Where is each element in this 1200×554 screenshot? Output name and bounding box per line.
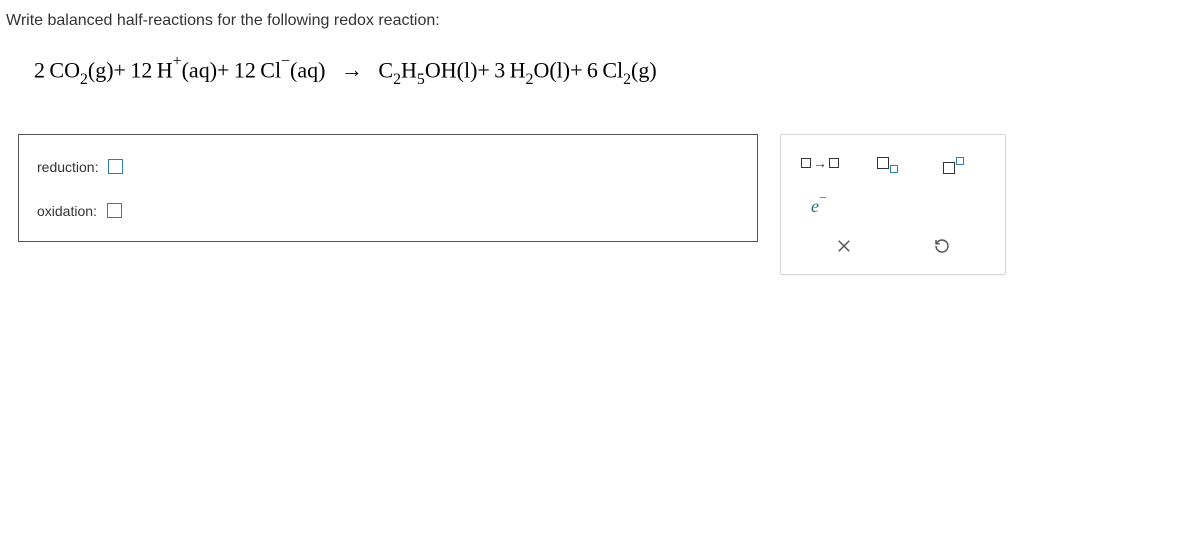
subscript-button[interactable] <box>869 149 905 177</box>
rhs-term3-cl: Cl <box>602 57 623 82</box>
rhs-term1-state: (l) <box>457 57 478 82</box>
palette-row-1: → <box>795 149 991 177</box>
electron-e: e <box>811 196 819 217</box>
rhs-term2-o: O <box>533 57 549 82</box>
rhs-term1-sub2: 5 <box>417 71 425 88</box>
rhs-term3-state: (g) <box>631 57 657 82</box>
square-icon <box>877 157 889 169</box>
lhs-term2-coef: 12 <box>130 57 152 82</box>
lhs-term1-state: (g) <box>88 57 114 82</box>
lhs-plus2: + <box>217 57 229 82</box>
close-icon <box>835 237 853 255</box>
rhs-term1-sub1: 2 <box>393 71 401 88</box>
lhs-term3-charge: − <box>281 53 290 70</box>
rhs-term3-coef: 6 <box>587 57 598 82</box>
reset-button[interactable] <box>917 237 967 260</box>
oxidation-row: oxidation: <box>37 203 739 219</box>
square-icon <box>801 158 811 168</box>
rhs-term1-oh: OH <box>425 57 457 82</box>
lhs-term1-base: CO <box>49 57 80 82</box>
square-icon <box>829 158 839 168</box>
rhs-term2-coef: 3 <box>494 57 505 82</box>
reduction-row: reduction: <box>37 159 739 175</box>
small-square-icon <box>890 165 898 173</box>
electron-minus-icon: − <box>819 191 827 207</box>
yields-arrow-button[interactable]: → <box>801 149 839 177</box>
lhs-term1-sub: 2 <box>80 71 88 88</box>
lhs-term3-cl: Cl <box>260 57 281 82</box>
redox-equation: 2 CO2(g)+ 12 H+(aq)+ 12 Cl−(aq) → C2H5OH… <box>0 38 1200 118</box>
oxidation-input[interactable] <box>107 203 122 218</box>
lhs-plus1: + <box>114 57 126 82</box>
lhs-term3-state: (aq) <box>290 57 325 82</box>
small-square-icon <box>956 157 964 165</box>
lhs-term2-state: (aq) <box>182 57 217 82</box>
reduction-input[interactable] <box>108 159 123 174</box>
rhs-plus2: + <box>570 57 582 82</box>
arrow-icon: → <box>813 155 827 171</box>
rhs-term1-c: C <box>378 57 393 82</box>
palette-row-2: e− <box>795 193 991 221</box>
symbol-palette: → e− <box>780 134 1006 275</box>
rhs-term2-h: H <box>510 57 526 82</box>
lhs-term2-charge: + <box>173 53 182 70</box>
question-prompt: Write balanced half-reactions for the fo… <box>0 0 1200 38</box>
rhs-term2-state: (l) <box>549 57 570 82</box>
lhs-term2-h: H <box>157 57 173 82</box>
lhs-term3-coef: 12 <box>234 57 256 82</box>
lhs-term1-coef: 2 <box>34 57 45 82</box>
rhs-plus1: + <box>477 57 489 82</box>
reduction-label: reduction: <box>37 159 98 175</box>
work-area: reduction: oxidation: → <box>0 118 1200 275</box>
rhs-term2-sub: 2 <box>526 71 534 88</box>
electron-button[interactable]: e− <box>801 193 837 221</box>
reaction-arrow: → <box>341 57 363 82</box>
oxidation-label: oxidation: <box>37 203 97 219</box>
rhs-term1-h: H <box>401 57 417 82</box>
answer-box: reduction: oxidation: <box>18 134 758 242</box>
undo-icon <box>933 237 951 255</box>
palette-controls <box>795 237 991 260</box>
square-icon <box>943 162 955 174</box>
clear-button[interactable] <box>819 237 869 260</box>
rhs-term3-sub: 2 <box>623 71 631 88</box>
superscript-button[interactable] <box>935 149 971 177</box>
